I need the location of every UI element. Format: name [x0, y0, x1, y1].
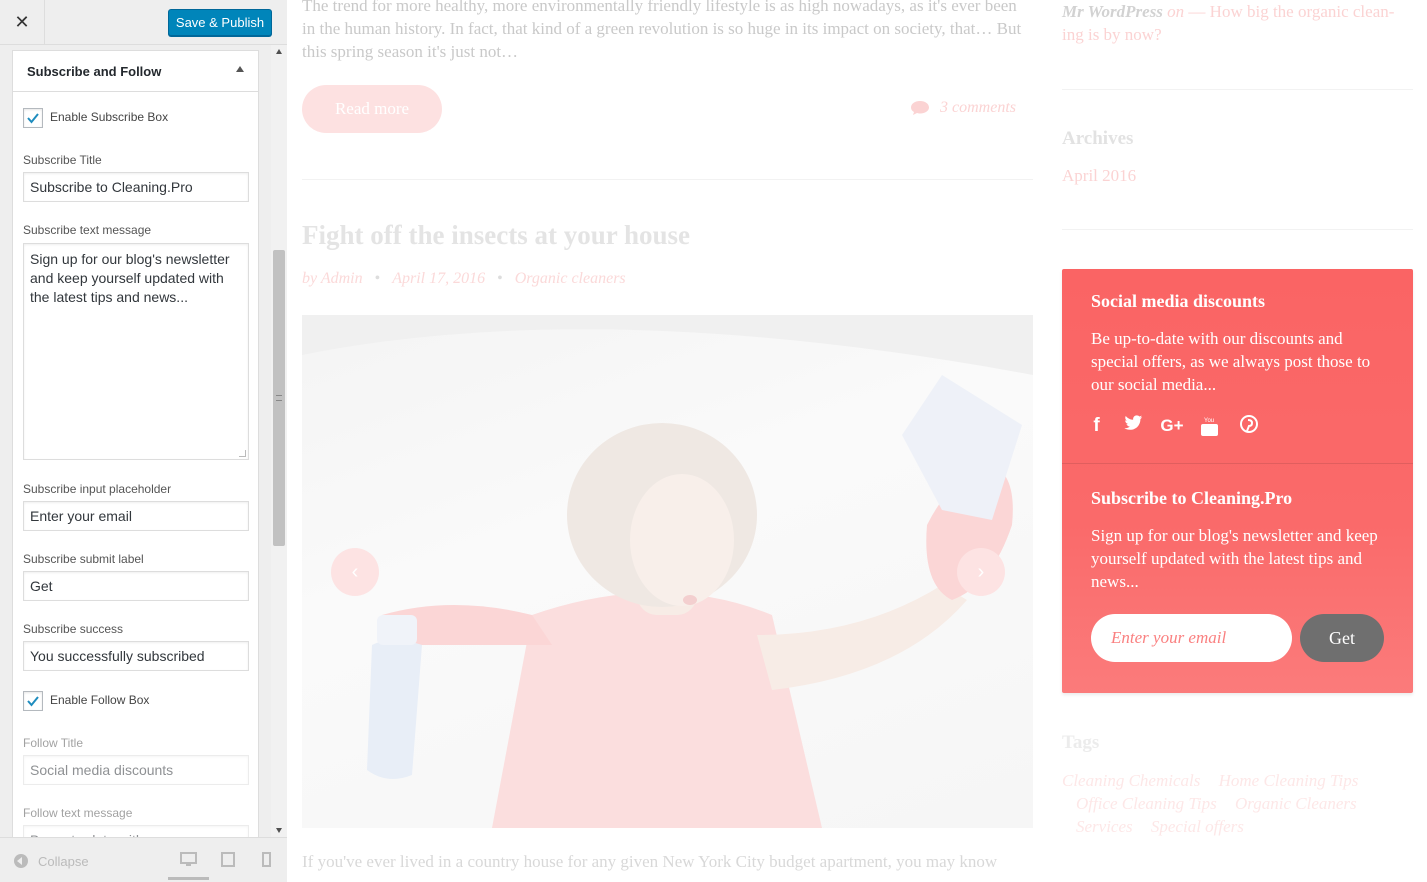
tag-link[interactable]: Home Cleaning Tips — [1219, 771, 1359, 790]
submit-label-label: Subscribe submit label — [23, 552, 144, 566]
customizer-scrollbar[interactable] — [271, 45, 287, 837]
post-body-preview: If you've ever lived in a country house … — [302, 852, 998, 871]
post-image — [302, 315, 1033, 828]
placeholder-field[interactable]: Enter your email — [23, 501, 249, 531]
collapse-arrow-icon[interactable] — [236, 66, 244, 72]
email-input[interactable]: Enter your email — [1091, 614, 1292, 662]
subscribe-title: Subscribe to Cleaning.Pro — [1091, 488, 1293, 508]
success-label: Subscribe success — [23, 622, 124, 636]
tag-link[interactable]: Special offers — [1151, 817, 1244, 836]
youtube-icon[interactable]: You — [1201, 415, 1218, 437]
slider-next-button[interactable]: › — [957, 548, 1005, 596]
customizer-footer: Collapse — [0, 837, 287, 882]
archives-title: Archives — [1062, 128, 1134, 149]
enable-follow-checkbox[interactable] — [23, 691, 43, 711]
svg-text:You: You — [1204, 418, 1214, 424]
woman-cleaning-illustration — [302, 315, 1033, 828]
comment-icon — [911, 101, 929, 115]
subscribe-title-field[interactable]: Subscribe to Cleaning.Pro — [23, 172, 249, 202]
subscribe-text: Sign up for our blog's newsletter and ke… — [1091, 526, 1378, 591]
customizer-header: ✕ Save & Publish — [0, 0, 287, 45]
section-header[interactable]: Subscribe and Follow — [13, 51, 258, 92]
post-excerpt: The trend for more healthy, more environ… — [302, 0, 1022, 61]
tags-title: Tags — [1062, 732, 1100, 753]
scrollbar-thumb[interactable] — [273, 250, 285, 546]
post-title[interactable]: Fight off the insects at your house — [302, 220, 690, 251]
pinterest-icon[interactable] — [1240, 415, 1258, 433]
widget-divider — [1062, 89, 1413, 90]
subscribe-text-field[interactable]: Sign up for our blog's newsletter and ke… — [23, 243, 249, 460]
subscribe-title-label: Subscribe Title — [23, 153, 102, 167]
meta-separator: • — [374, 270, 381, 287]
save-publish-button[interactable]: Save & Publish — [168, 9, 272, 36]
tag-link[interactable]: Office Cleaning Tips — [1076, 794, 1217, 813]
social-title: Social media discounts — [1091, 291, 1266, 311]
enable-subscribe-checkbox[interactable] — [23, 108, 43, 128]
success-field[interactable]: You successfully subscribed — [23, 641, 249, 671]
post-category[interactable]: Organic cleaners — [515, 270, 626, 288]
enable-subscribe-label: Enable Subscribe Box — [50, 110, 169, 124]
post-divider — [302, 179, 1033, 180]
widget-divider — [1062, 229, 1413, 230]
comment-author[interactable]: Mr WordPress — [1062, 2, 1163, 21]
grip-icon — [276, 395, 282, 401]
subscribe-text-value: Sign up for our blog's newsletter and ke… — [30, 251, 230, 305]
tag-cloud: Cleaning Chemicals Home Cleaning Tips Of… — [1062, 769, 1402, 838]
submit-label-field[interactable]: Get — [23, 571, 249, 601]
subscribe-follow-section: Subscribe and Follow Enable Subscribe Bo… — [12, 50, 259, 837]
collapse-icon[interactable] — [14, 854, 28, 868]
customizer-panel: ✕ Save & Publish Subscribe and Follow En… — [0, 0, 287, 882]
slider-prev-button[interactable]: ‹ — [331, 548, 379, 596]
post-date[interactable]: April 17, 2016 — [392, 270, 485, 288]
twitter-icon[interactable] — [1124, 415, 1143, 431]
site-preview: The trend for more healthy, more environ… — [288, 0, 1427, 882]
checkmark-icon — [27, 696, 39, 707]
social-icons: f G+ You — [1091, 415, 1258, 437]
read-more-button[interactable]: Read more — [302, 85, 442, 133]
follow-title-label: Follow Title — [23, 736, 84, 750]
archives-item[interactable]: April 2016 — [1062, 166, 1136, 186]
enable-follow-label: Enable Follow Box — [50, 693, 150, 707]
follow-text-label: Follow text message — [23, 806, 133, 820]
widget-separator — [1062, 463, 1413, 464]
follow-title-field[interactable]: Social media discounts — [23, 755, 249, 785]
meta-separator: • — [497, 270, 503, 287]
comments-link[interactable]: 3 comments — [910, 99, 1016, 117]
collapse-button[interactable]: Collapse — [38, 854, 89, 869]
tablet-icon[interactable] — [221, 852, 235, 867]
google-plus-icon[interactable]: G+ — [1159, 415, 1185, 437]
customizer-controls: Subscribe and Follow Enable Subscribe Bo… — [12, 45, 259, 837]
comments-count: 3 comments — [940, 99, 1016, 116]
subscribe-follow-widget: Social media discounts Be up-to-date wit… — [1062, 269, 1413, 693]
facebook-icon[interactable]: f — [1091, 415, 1102, 437]
social-text: Be up-to-date with our discounts and spe… — [1091, 329, 1371, 394]
section-title: Subscribe and Follow — [27, 63, 162, 79]
post-author[interactable]: by Admin — [302, 270, 363, 288]
mobile-icon[interactable] — [262, 852, 271, 867]
comment-on: on — [1167, 2, 1185, 21]
placeholder-label: Subscribe input placeholder — [23, 482, 172, 496]
active-device-indicator — [168, 877, 209, 880]
follow-text-field[interactable]: Be up-to-date with our — [23, 825, 249, 837]
subscribe-text-label: Subscribe text message — [23, 223, 152, 237]
tag-link[interactable]: Cleaning Chemicals — [1062, 771, 1200, 790]
get-button[interactable]: Get — [1300, 614, 1384, 662]
post-meta: by Admin • April 17, 2016 • Organic clea… — [302, 270, 626, 288]
resize-handle-icon[interactable] — [239, 450, 246, 457]
close-icon[interactable]: ✕ — [0, 0, 45, 45]
scroll-down-icon[interactable] — [276, 828, 282, 833]
desktop-icon[interactable] — [180, 852, 197, 867]
checkmark-icon — [27, 113, 39, 124]
tag-link[interactable]: Organic Cleaners — [1235, 794, 1357, 813]
scroll-up-icon[interactable] — [276, 49, 282, 54]
tag-link[interactable]: Services — [1076, 817, 1133, 836]
